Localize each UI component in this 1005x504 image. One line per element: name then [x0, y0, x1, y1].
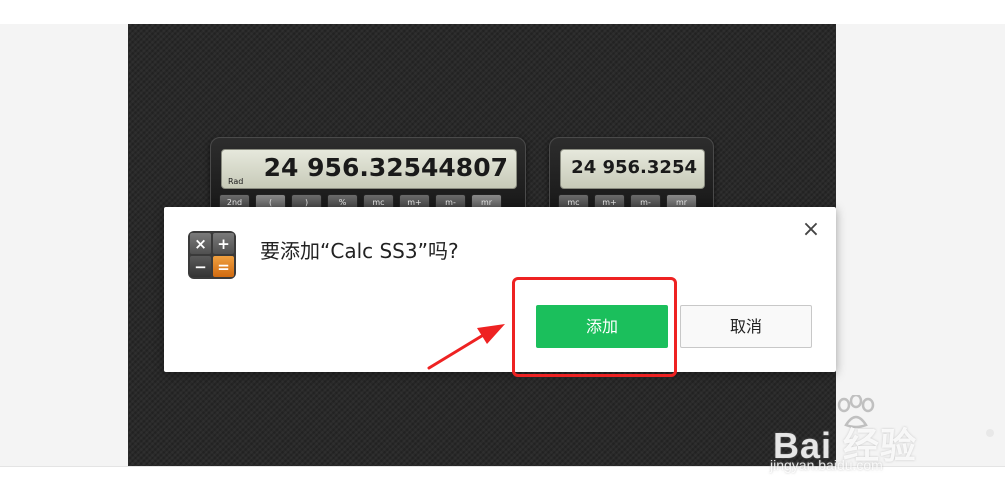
paw-logo-icon: [837, 395, 875, 429]
calc-display-large: 24 956.32544807 Rad: [221, 149, 517, 189]
dialog-title: 要添加“Calc SS3”吗?: [260, 239, 459, 263]
add-extension-dialog: × + − = 要添加“Calc SS3”吗? × 添加 取消: [164, 207, 836, 372]
page-top-strip: [0, 0, 1005, 24]
equals-icon: =: [213, 256, 234, 277]
cancel-button[interactable]: 取消: [680, 305, 812, 348]
calculator-icon: × + − =: [188, 231, 236, 279]
add-button[interactable]: 添加: [536, 305, 668, 348]
calc-display-value: 24 956.3254: [571, 157, 697, 178]
multiply-icon: ×: [190, 233, 211, 254]
calc-mode-label: Rad: [228, 177, 244, 186]
close-icon[interactable]: ×: [800, 219, 822, 241]
page-bottom-strip: [0, 466, 1005, 504]
page-dot: [986, 429, 994, 437]
calc-display-small: 24 956.3254: [560, 149, 705, 189]
plus-icon: +: [213, 233, 234, 254]
calc-display-value: 24 956.32544807: [263, 153, 508, 182]
minus-icon: −: [190, 256, 211, 277]
